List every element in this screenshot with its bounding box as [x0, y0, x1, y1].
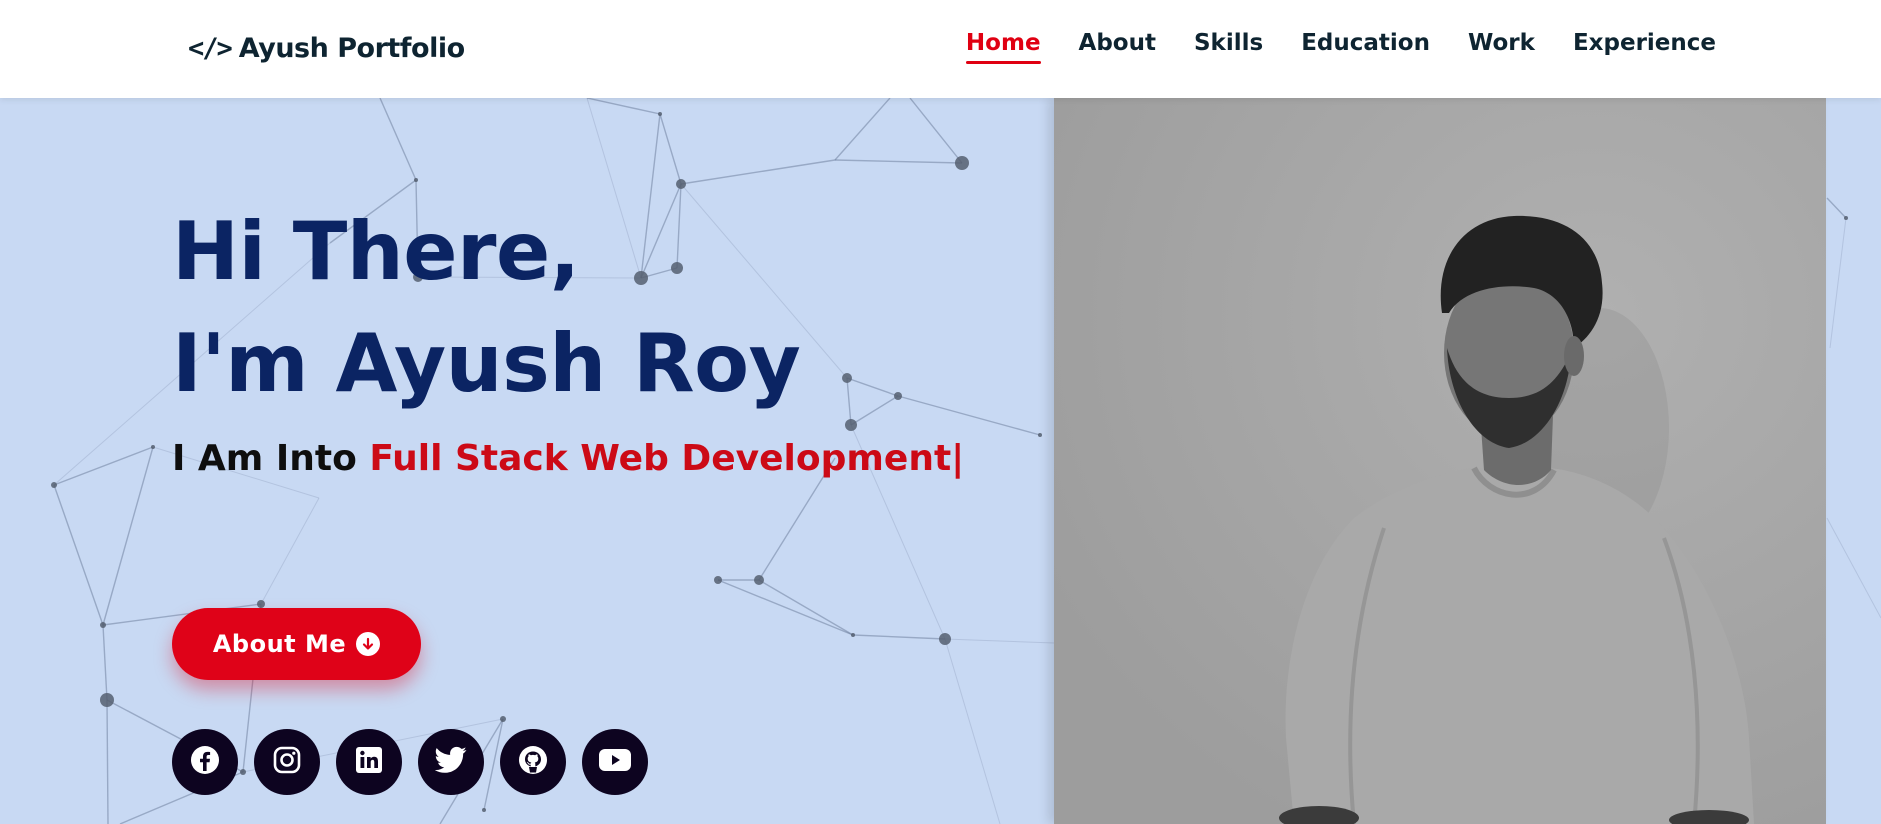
github-link[interactable]	[500, 729, 566, 795]
profile-photo-figure	[1054, 98, 1826, 824]
nav-item-skills[interactable]: Skills	[1194, 30, 1263, 64]
hero-greeting-line2: I'm Ayush Roy	[172, 317, 801, 410]
typing-text: Full Stack Web Development	[369, 438, 952, 479]
nav-item-work[interactable]: Work	[1468, 30, 1535, 64]
linkedin-link[interactable]	[336, 729, 402, 795]
navbar: </> Ayush Portfolio Home About Skills Ed…	[0, 0, 1881, 98]
typing-caret: |	[951, 438, 965, 479]
social-links	[172, 729, 648, 795]
instagram-icon	[272, 745, 302, 779]
hero-section: Hi There, I'm Ayush Roy I Am Into Full S…	[0, 98, 1881, 824]
brand-name: Ayush Portfolio	[238, 32, 465, 64]
typing-headline: I Am Into Full Stack Web Development|	[172, 438, 964, 479]
code-icon: </>	[188, 32, 233, 64]
about-me-label: About Me	[212, 630, 347, 658]
instagram-link[interactable]	[254, 729, 320, 795]
youtube-icon	[599, 748, 631, 776]
github-icon	[517, 744, 549, 780]
nav-menu: Home About Skills Education Work Experie…	[965, 30, 1716, 64]
twitter-link[interactable]	[418, 729, 484, 795]
facebook-link[interactable]	[172, 729, 238, 795]
youtube-link[interactable]	[582, 729, 648, 795]
hero-intro: Hi There, I'm Ayush Roy I Am Into Full S…	[172, 196, 964, 795]
typing-prefix: I Am Into	[172, 438, 370, 479]
facebook-icon	[189, 744, 221, 780]
twitter-icon	[434, 746, 467, 778]
nav-item-about[interactable]: About	[1079, 30, 1156, 64]
nav-item-home[interactable]: Home	[965, 30, 1041, 64]
nav-item-education[interactable]: Education	[1301, 30, 1430, 64]
nav-item-experience[interactable]: Experience	[1573, 30, 1716, 64]
profile-photo	[1054, 98, 1826, 824]
linkedin-icon	[354, 745, 384, 779]
brand-logo-link[interactable]: </> Ayush Portfolio	[188, 28, 465, 68]
about-me-button[interactable]: About Me	[172, 608, 421, 680]
hero-greeting-line1: Hi There,	[172, 205, 580, 298]
arrow-down-circle-icon	[356, 632, 381, 656]
